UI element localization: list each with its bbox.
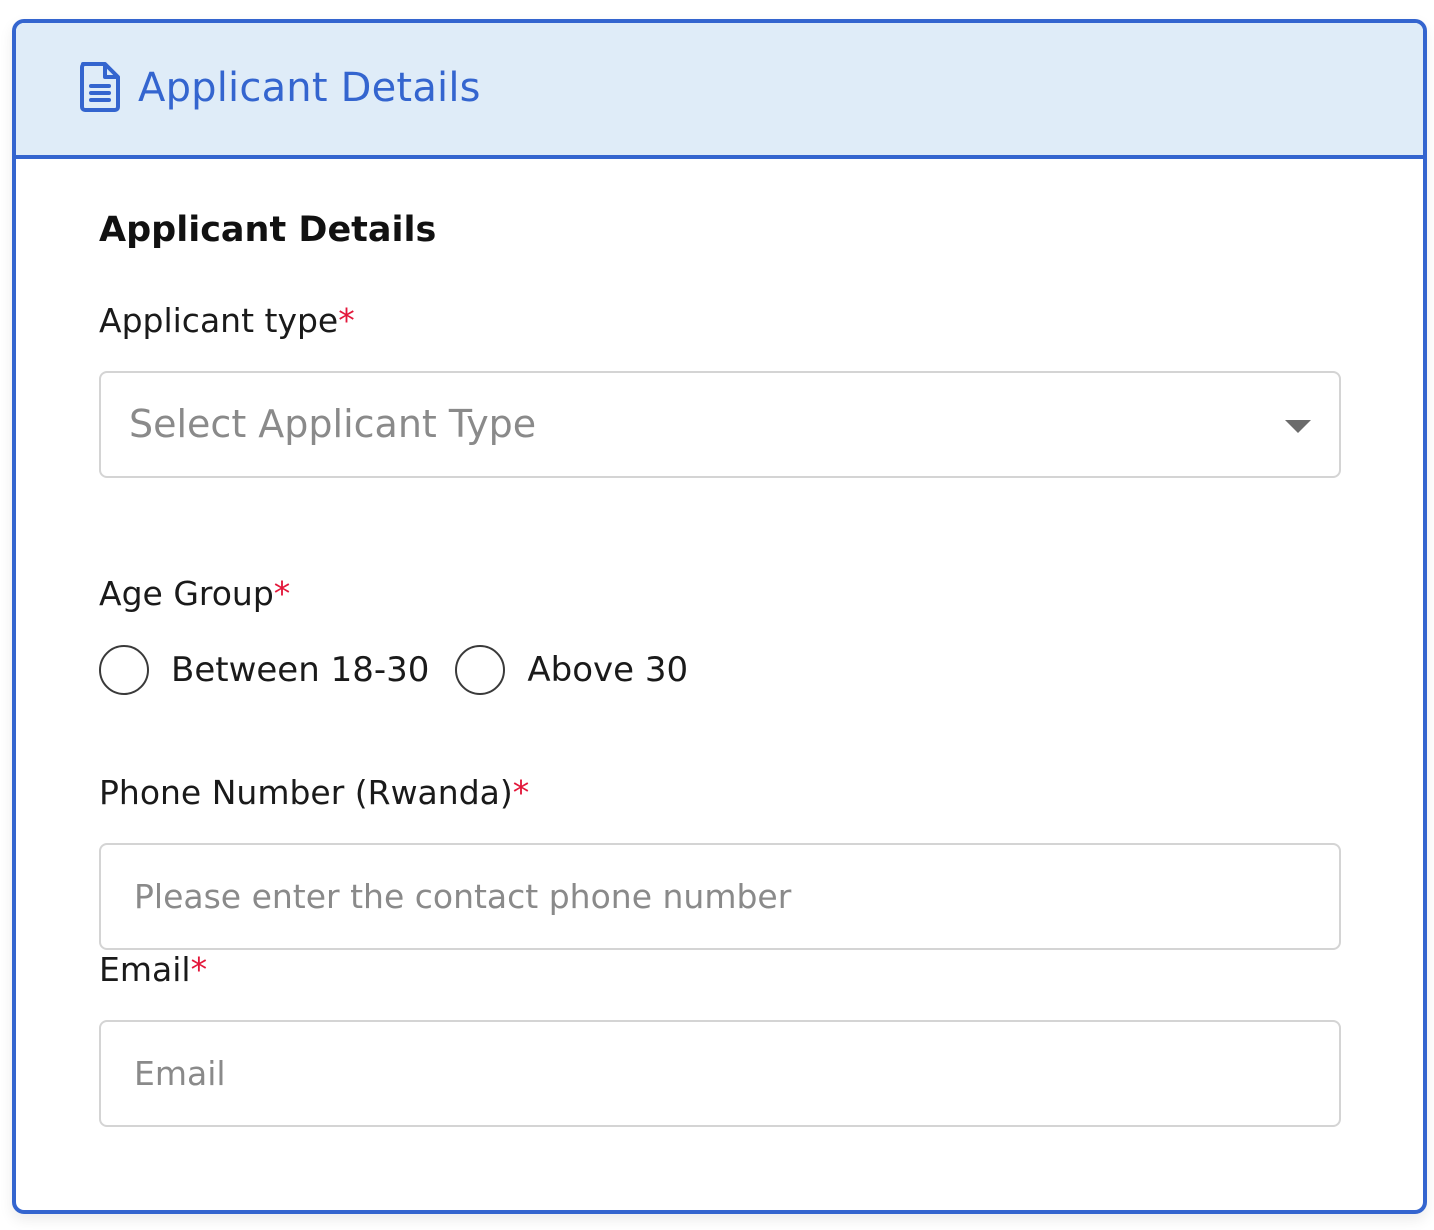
applicant-type-label: Applicant type* [99,299,355,343]
required-marker: * [273,574,291,613]
phone-number-input[interactable] [134,845,1314,948]
radio-label-above-30[interactable]: Above 30 [527,648,688,692]
applicant-type-placeholder: Select Applicant Type [129,402,537,446]
radio-button-18-30[interactable] [99,645,149,695]
required-marker: * [338,301,355,340]
chevron-down-icon [1285,420,1311,433]
section-title: Applicant Details [99,210,437,250]
age-group-label: Age Group* [99,572,290,616]
email-input[interactable] [134,1022,1314,1125]
required-marker: * [190,950,208,989]
applicant-type-select[interactable]: Select Applicant Type [99,371,1341,478]
card-header-title: Applicant Details [138,65,481,111]
email-field[interactable] [99,1020,1341,1127]
document-icon [80,62,120,112]
age-group-option-18-30[interactable]: Between 18-30 [99,645,429,695]
email-label-text: Email [99,950,191,989]
radio-button-above-30[interactable] [455,645,506,695]
age-group-option-above-30[interactable]: Above 30 [455,645,688,695]
age-group-radio-group: Between 18-30 Above 30 [99,642,714,698]
applicant-details-card: Applicant Details Applicant Details Appl… [12,19,1427,1214]
age-group-label-text: Age Group [99,574,274,613]
radio-label-18-30[interactable]: Between 18-30 [171,648,429,692]
email-label: Email* [99,948,207,992]
card-header: Applicant Details [16,23,1423,159]
applicant-type-label-text: Applicant type [99,301,339,340]
phone-number-label: Phone Number (Rwanda)* [99,771,529,815]
phone-number-field[interactable] [99,843,1341,950]
required-marker: * [512,773,530,812]
phone-number-label-text: Phone Number (Rwanda) [99,773,513,812]
